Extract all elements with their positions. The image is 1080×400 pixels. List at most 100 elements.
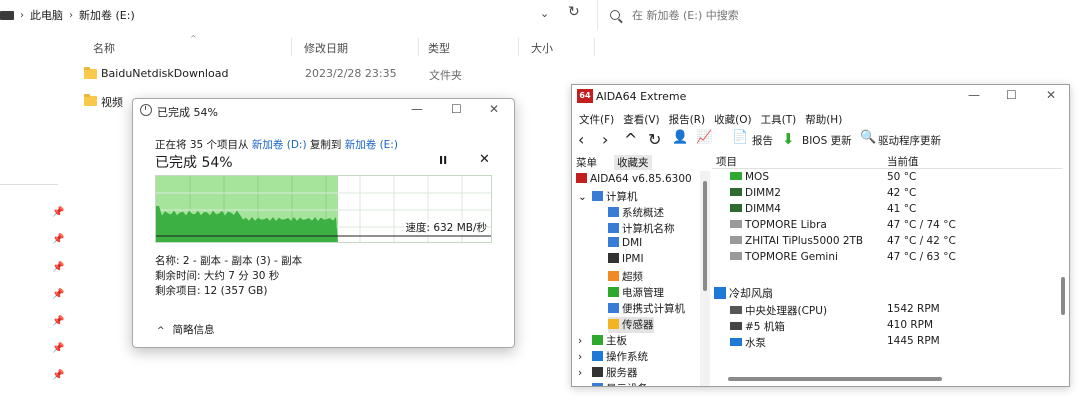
column-item[interactable]: 项目 xyxy=(716,154,737,169)
tree-item[interactable]: IPMI xyxy=(608,253,644,269)
pin-icon[interactable]: 📌 xyxy=(52,207,64,218)
sensor-name: 冷却风扇 xyxy=(729,287,773,300)
list-horizontal-scrollbar[interactable] xyxy=(712,374,1057,384)
breadcrumb-drive-e[interactable]: 新加卷 (E:) xyxy=(79,7,135,23)
sensor-row[interactable]: 中央处理器(CPU) 1542 RPM xyxy=(712,303,1057,319)
minimize-button[interactable]: — xyxy=(411,102,423,116)
pin-icon[interactable]: 📌 xyxy=(52,234,64,245)
search-icon[interactable]: 🔍 xyxy=(860,130,876,145)
destination-link[interactable]: 新加卷 (E:) xyxy=(345,139,398,151)
sensor-name: TOPMORE Libra xyxy=(745,219,827,231)
column-separator[interactable] xyxy=(418,38,419,56)
sensor-icon xyxy=(608,319,619,329)
tree-item[interactable]: 电源管理 xyxy=(608,285,664,301)
menu-view[interactable]: 查看(V) xyxy=(623,109,659,129)
source-link[interactable]: 新加卷 (D:) xyxy=(252,139,307,151)
sensor-row[interactable]: 水泵 1445 RPM xyxy=(712,335,1057,351)
tree-item[interactable]: ⌄ 计算机 xyxy=(578,189,638,205)
column-separator[interactable] xyxy=(518,38,519,56)
tree-item[interactable]: › 显示设备 xyxy=(578,381,648,386)
search-input[interactable] xyxy=(632,8,1032,22)
pause-button[interactable]: II xyxy=(439,154,447,167)
stop-button[interactable]: ✕ xyxy=(479,152,490,167)
menu-report[interactable]: 报告(R) xyxy=(669,109,706,129)
hscroll-thumb[interactable] xyxy=(728,377,942,381)
column-date[interactable]: 修改日期 xyxy=(304,40,348,56)
tree-scroll-thumb[interactable] xyxy=(703,181,707,291)
section-header[interactable]: 冷却风扇 xyxy=(712,285,1057,301)
menu-file[interactable]: 文件(F) xyxy=(579,109,614,129)
close-button[interactable]: ✕ xyxy=(1046,88,1056,102)
tree-item[interactable]: 计算机名称 xyxy=(608,221,675,237)
menu-tools[interactable]: 工具(T) xyxy=(761,109,797,129)
chevron-right-icon[interactable]: › xyxy=(578,383,592,386)
tree-item[interactable]: 超频 xyxy=(608,269,643,285)
sensor-row[interactable]: #5 机箱 410 RPM xyxy=(712,319,1057,335)
column-separator[interactable] xyxy=(291,38,292,56)
chevron-right-icon[interactable]: › xyxy=(578,351,592,363)
download-arrow-icon[interactable]: ⬇ xyxy=(782,130,795,148)
menu-favorites[interactable]: 收藏(O) xyxy=(714,109,751,129)
report-icon[interactable]: 📄 xyxy=(732,130,748,145)
chevron-right-icon[interactable]: › xyxy=(578,367,592,379)
minimize-button[interactable]: — xyxy=(968,88,980,102)
chevron-down-icon[interactable]: ⌄ xyxy=(578,191,592,203)
close-button[interactable]: ✕ xyxy=(489,102,499,116)
column-value[interactable]: 当前值 xyxy=(887,154,919,169)
sensor-row[interactable]: MOS 50 °C xyxy=(712,171,1057,187)
sensor-row[interactable]: TOPMORE Gemini 47 °C / 63 °C xyxy=(712,251,1057,267)
pin-icon[interactable]: 📌 xyxy=(52,262,64,273)
column-size[interactable]: 大小 xyxy=(531,40,553,56)
tree-item[interactable]: AIDA64 v6.85.6300 xyxy=(576,173,692,189)
address-bar[interactable]: › 此电脑 › 新加卷 (E:) xyxy=(0,4,590,26)
report-button[interactable]: 报告 xyxy=(752,133,773,148)
sensor-row[interactable]: TOPMORE Libra 47 °C / 74 °C xyxy=(712,219,1057,235)
tree-scrollbar[interactable] xyxy=(700,171,710,386)
sensor-row[interactable]: ZHITAI TiPlus5000 2TB 47 °C / 42 °C xyxy=(712,235,1057,251)
aida-title-bar[interactable]: 64 AIDA64 Extreme — ☐ ✕ xyxy=(572,85,1069,109)
tree-item[interactable]: › 主板 xyxy=(578,333,627,349)
user-icon[interactable]: 👤 xyxy=(672,130,688,145)
tree-item[interactable]: › 操作系统 xyxy=(578,349,648,365)
file-row[interactable]: BaiduNetdiskDownload 2023/2/28 23:35 文件夹 xyxy=(84,64,584,86)
refresh-icon[interactable]: ↻ xyxy=(648,130,661,149)
list-vertical-scrollbar[interactable] xyxy=(1058,169,1068,374)
dialog-title-bar[interactable]: 已完成 54% — ☐ ✕ xyxy=(133,99,514,123)
column-name[interactable]: 名称 xyxy=(93,40,115,56)
column-type[interactable]: 类型 xyxy=(428,40,450,56)
pin-icon[interactable]: 📌 xyxy=(52,316,64,327)
bios-update-button[interactable]: BIOS 更新 xyxy=(802,133,852,148)
refresh-icon[interactable]: ↻ xyxy=(568,4,580,20)
tree-item[interactable]: 便携式计算机 xyxy=(608,301,685,317)
tree-item[interactable]: DMI xyxy=(608,237,642,253)
tab-favorites[interactable]: 收藏夹 xyxy=(614,155,652,170)
tree-item[interactable]: 系统概述 xyxy=(608,205,664,221)
tree-item[interactable]: › 服务器 xyxy=(578,365,638,381)
pin-icon[interactable]: 📌 xyxy=(52,289,64,300)
details-toggle[interactable]: ^ 简略信息 xyxy=(157,322,215,337)
sensor-row[interactable]: DIMM4 41 °C xyxy=(712,203,1057,219)
sensor-row[interactable]: DIMM2 42 °C xyxy=(712,187,1057,203)
maximize-button[interactable]: ☐ xyxy=(451,102,462,116)
driver-update-button[interactable]: 驱动程序更新 xyxy=(878,133,941,148)
forward-icon[interactable]: › xyxy=(602,130,608,149)
aida-icon xyxy=(576,173,587,183)
maximize-button[interactable]: ☐ xyxy=(1006,88,1017,102)
chevron-right-icon[interactable]: › xyxy=(578,335,592,347)
items-remaining: 剩余项目: 12 (357 GB) xyxy=(155,285,268,297)
vscroll-thumb[interactable] xyxy=(1061,277,1065,315)
tree-item[interactable]: 传感器 xyxy=(608,317,654,333)
back-icon[interactable]: ‹ xyxy=(578,130,584,149)
tab-menu[interactable]: 菜单 xyxy=(576,155,597,170)
chevron-down-icon[interactable]: ⌄ xyxy=(540,7,549,20)
up-icon[interactable]: ^ xyxy=(624,130,637,149)
chart-icon[interactable]: 📈 xyxy=(696,130,712,145)
pin-icon[interactable]: 📌 xyxy=(52,370,64,381)
pin-icon[interactable]: 📌 xyxy=(52,343,64,354)
column-separator[interactable] xyxy=(594,38,595,56)
desc-mid: 复制到 xyxy=(309,139,342,151)
fan-icon xyxy=(714,287,726,299)
breadcrumb-this-pc[interactable]: 此电脑 xyxy=(30,7,63,23)
search-box[interactable] xyxy=(597,0,1080,30)
menu-help[interactable]: 帮助(H) xyxy=(805,109,842,129)
